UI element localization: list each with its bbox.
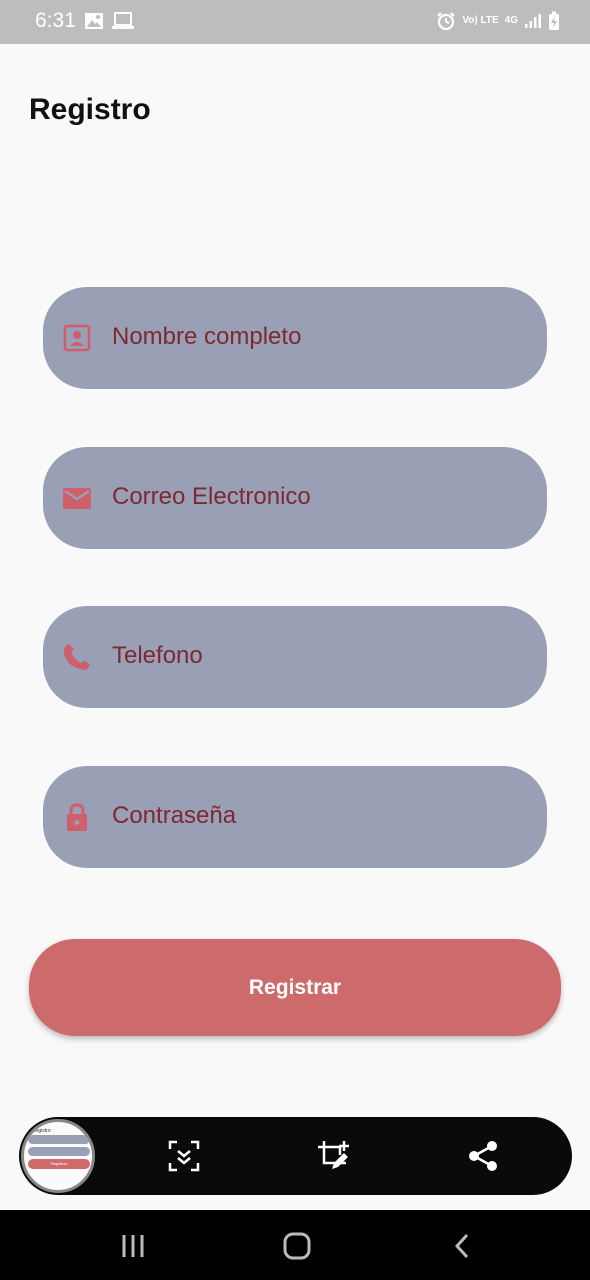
navigation-bar bbox=[0, 1210, 590, 1280]
register-button[interactable]: Registrar bbox=[29, 939, 561, 1036]
crop-edit-icon[interactable] bbox=[316, 1139, 350, 1173]
alarm-icon bbox=[437, 12, 456, 31]
thumbnail-button: Registrar bbox=[28, 1159, 90, 1169]
image-icon bbox=[85, 13, 103, 29]
phone-icon bbox=[63, 644, 90, 670]
back-icon[interactable] bbox=[448, 1232, 478, 1260]
full-name-field[interactable]: Nombre completo bbox=[43, 287, 547, 389]
status-time: 6:31 bbox=[35, 9, 76, 32]
full-name-placeholder: Nombre completo bbox=[112, 323, 302, 350]
recent-apps-icon[interactable] bbox=[118, 1232, 148, 1260]
scroll-capture-icon[interactable] bbox=[167, 1139, 201, 1173]
password-field[interactable]: Contraseña bbox=[43, 766, 547, 868]
email-field[interactable]: Correo Electronico bbox=[43, 447, 547, 549]
password-placeholder: Contraseña bbox=[112, 802, 237, 829]
status-bar: 6:31 Vo) LTE 4G bbox=[0, 0, 590, 44]
lock-icon bbox=[67, 803, 87, 831]
screenshot-thumbnail[interactable]: Registro Registrar bbox=[21, 1119, 95, 1193]
status-left-icons bbox=[84, 12, 134, 30]
thumbnail-title: Registro bbox=[32, 1128, 51, 1134]
mail-icon bbox=[63, 488, 91, 509]
4g-icon: 4G bbox=[504, 15, 518, 26]
thumbnail-field bbox=[28, 1147, 90, 1156]
status-right-icons: Vo) LTE 4G bbox=[436, 11, 560, 31]
laptop-icon bbox=[112, 12, 134, 29]
email-placeholder: Correo Electronico bbox=[112, 483, 311, 510]
phone-field[interactable]: Telefono bbox=[43, 606, 547, 708]
phone-placeholder: Telefono bbox=[112, 642, 203, 669]
screenshot-toolbar: Registro Registrar bbox=[19, 1117, 572, 1195]
thumbnail-field bbox=[28, 1135, 90, 1144]
battery-charging-icon bbox=[549, 11, 559, 30]
signal-icon bbox=[525, 14, 541, 28]
home-icon[interactable] bbox=[282, 1232, 312, 1260]
volte-icon: Vo) LTE bbox=[462, 15, 499, 26]
share-icon[interactable] bbox=[466, 1139, 500, 1173]
page-title: Registro bbox=[29, 93, 151, 126]
contact-card-icon bbox=[63, 324, 91, 352]
